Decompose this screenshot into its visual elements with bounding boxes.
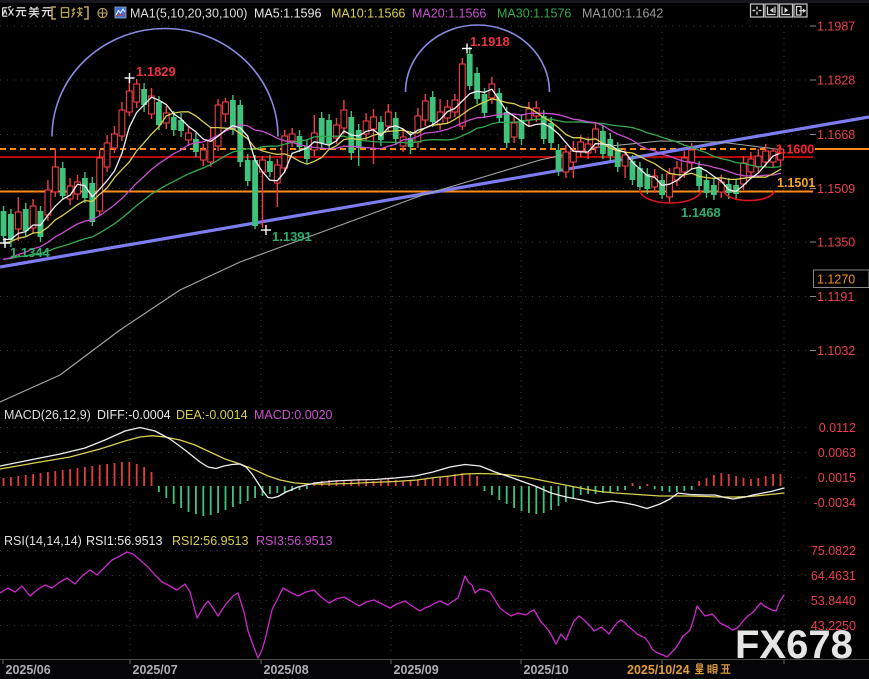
svg-text:1.1344: 1.1344 — [10, 245, 51, 260]
svg-text:RSI3:56.9513: RSI3:56.9513 — [256, 534, 332, 548]
svg-text:64.4631: 64.4631 — [811, 569, 856, 583]
svg-text:1.1668: 1.1668 — [817, 128, 855, 142]
svg-text:2025/10: 2025/10 — [524, 663, 569, 677]
svg-text:MA20:1.1566: MA20:1.1566 — [412, 7, 486, 21]
svg-text:0.0015: 0.0015 — [818, 471, 856, 485]
svg-text:0.0112: 0.0112 — [819, 421, 856, 435]
svg-text:MA30:1.1576: MA30:1.1576 — [497, 7, 571, 21]
svg-text:1.1501: 1.1501 — [777, 176, 815, 190]
svg-text:1.1600: 1.1600 — [776, 143, 814, 157]
svg-text:1.1918: 1.1918 — [470, 34, 510, 49]
svg-text:MA1(5,10,20,30,100): MA1(5,10,20,30,100) — [130, 7, 247, 21]
svg-text:1.1829: 1.1829 — [136, 64, 176, 79]
svg-text:RSI1:56.9513: RSI1:56.9513 — [86, 534, 162, 548]
svg-text:MACD:0.0020: MACD:0.0020 — [254, 408, 333, 422]
svg-text:MA10:1.1566: MA10:1.1566 — [331, 7, 405, 21]
svg-text:2025/09: 2025/09 — [394, 663, 439, 677]
svg-text:1.1350: 1.1350 — [817, 236, 855, 250]
svg-text:1.1391: 1.1391 — [272, 229, 312, 244]
svg-text:1.1987: 1.1987 — [817, 20, 855, 34]
svg-text:1.1191: 1.1191 — [817, 290, 854, 304]
svg-text:75.0822: 75.0822 — [811, 544, 856, 558]
svg-text:1.1509: 1.1509 — [817, 182, 855, 196]
svg-text:1.1468: 1.1468 — [681, 205, 721, 220]
svg-text:2025/10/24: 2025/10/24 — [627, 663, 690, 677]
svg-text:DEA:-0.0014: DEA:-0.0014 — [176, 408, 248, 422]
svg-text:1.1270: 1.1270 — [817, 273, 855, 287]
svg-text:2025/08: 2025/08 — [264, 663, 309, 677]
svg-text:-0.0034: -0.0034 — [814, 496, 856, 510]
svg-text:2025/06: 2025/06 — [6, 663, 51, 677]
svg-text:0.0063: 0.0063 — [818, 446, 856, 460]
svg-text:DIFF:-0.0004: DIFF:-0.0004 — [97, 408, 171, 422]
svg-text:MA5:1.1596: MA5:1.1596 — [254, 7, 321, 21]
svg-text:2025/07: 2025/07 — [133, 663, 178, 677]
svg-text:53.8440: 53.8440 — [811, 594, 856, 608]
svg-text:MACD(26,12,9): MACD(26,12,9) — [4, 408, 91, 422]
svg-text:1.1032: 1.1032 — [817, 344, 855, 358]
svg-text:1.1828: 1.1828 — [817, 74, 855, 88]
svg-text:RSI2:56.9513: RSI2:56.9513 — [172, 534, 248, 548]
svg-text:RSI(14,14,14): RSI(14,14,14) — [4, 534, 82, 548]
svg-text:MA100:1.1642: MA100:1.1642 — [582, 7, 663, 21]
